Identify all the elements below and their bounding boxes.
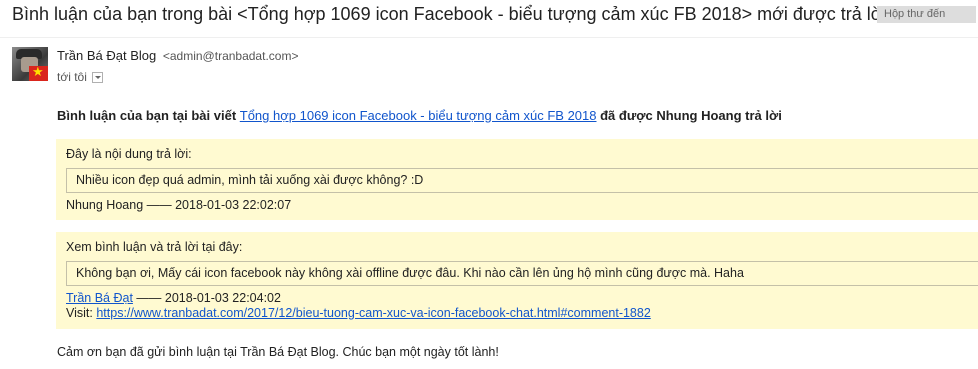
original-comment-label: Đây là nội dung trả lời:: [66, 147, 192, 161]
original-comment-box: Đây là nội dung trả lời: Nhiều icon đẹp …: [56, 139, 978, 220]
thanks-message: Cảm ơn bạn đã gửi bình luận tại Trần Bá …: [57, 345, 499, 359]
star-icon: ★: [32, 64, 44, 79]
recipient-line: tới tôi: [57, 70, 103, 84]
reply-text: Không bạn ơi, Mấy cái icon facebook này …: [66, 261, 978, 286]
sender-email: <admin@tranbadat.com>: [162, 49, 299, 63]
original-comment-meta: Nhung Hoang —— 2018-01-03 22:02:07: [66, 198, 292, 212]
intro-prefix: Bình luận của bạn tại bài viết: [57, 108, 240, 123]
visit-label: Visit:: [66, 306, 97, 320]
sender-line: Trần Bá Đạt Blog <admin@tranbadat.com>: [57, 48, 298, 63]
avatar[interactable]: ★: [12, 47, 48, 81]
post-link[interactable]: Tổng hợp 1069 icon Facebook - biểu tượng…: [240, 108, 597, 123]
header-divider: [0, 37, 978, 38]
sender-name[interactable]: Trần Bá Đạt Blog: [57, 48, 156, 63]
email-subject-bar: Bình luận của bạn trong bài <Tổng hợp 10…: [12, 2, 887, 26]
comment-url-link[interactable]: https://www.tranbadat.com/2017/12/bieu-t…: [96, 306, 650, 320]
reply-label: Xem bình luận và trả lời tại đây:: [66, 240, 243, 254]
reply-meta-suffix: —— 2018-01-03 22:04:02: [132, 291, 281, 305]
intro-line: Bình luận của bạn tại bài viết Tổng hợp …: [57, 108, 782, 123]
original-comment-text: Nhiều icon đẹp quá admin, mình tải xuống…: [66, 168, 978, 193]
reply-meta: Trần Bá Đạt —— 2018-01-03 22:04:02: [66, 291, 978, 306]
reply-author-link[interactable]: Trần Bá Đạt: [66, 291, 133, 305]
chevron-down-icon[interactable]: [91, 71, 103, 83]
reply-box: Xem bình luận và trả lời tại đây: Không …: [56, 232, 978, 329]
recipient-label: tới tôi: [57, 70, 87, 84]
inbox-label-badge[interactable]: Hộp thư đến: [877, 6, 976, 23]
visit-line: Visit: https://www.tranbadat.com/2017/12…: [66, 306, 978, 321]
intro-suffix: đã được Nhung Hoang trả lời: [596, 108, 782, 123]
email-subject: Bình luận của bạn trong bài <Tổng hợp 10…: [12, 3, 887, 24]
